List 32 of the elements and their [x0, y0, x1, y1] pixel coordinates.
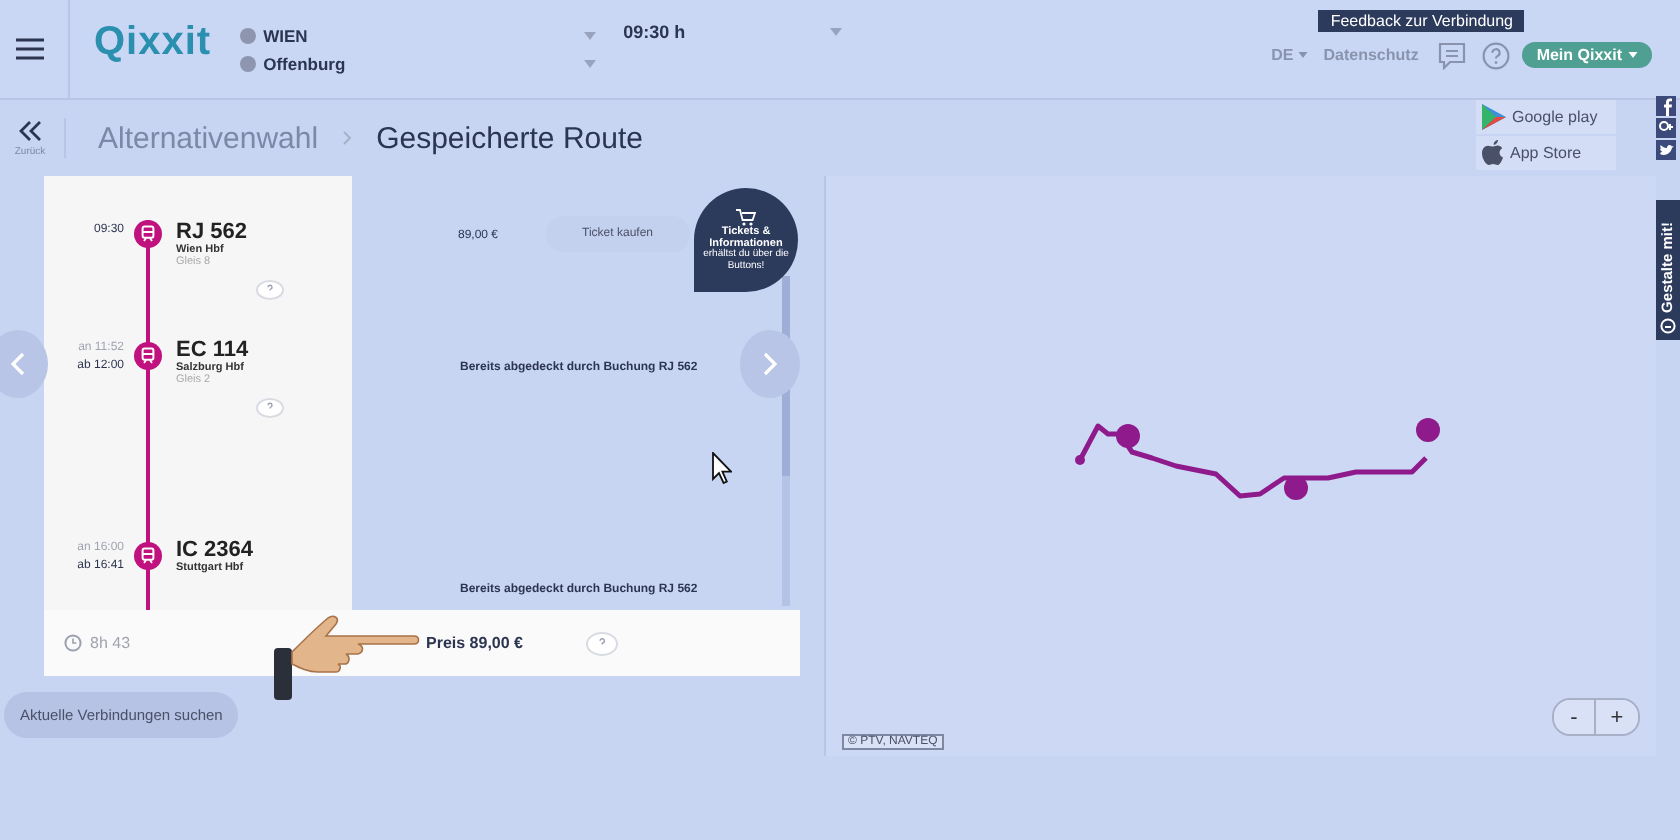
departure-time[interactable]: 09:30 h	[623, 21, 686, 41]
total-price: Preis 89,00 €	[426, 634, 523, 652]
train-number: RJ 562	[176, 220, 249, 244]
caret-icon[interactable]	[583, 31, 596, 39]
train-number: IC 2364	[176, 538, 254, 562]
share-icon[interactable]	[1656, 96, 1676, 116]
station-dot-icon	[239, 27, 256, 43]
back-icon[interactable]	[18, 119, 42, 141]
store-badge[interactable]: App Store	[1476, 135, 1616, 169]
share-icon[interactable]	[1656, 118, 1676, 138]
breadcrumb-item[interactable]: Gespeicherte Route	[376, 121, 643, 155]
store-badge[interactable]: Google play	[1476, 99, 1616, 133]
zoom-in-button[interactable]: +	[1596, 700, 1638, 734]
caret-icon[interactable]	[829, 27, 842, 35]
account-button[interactable]: Mein Qixxit	[1522, 42, 1652, 68]
destination-station[interactable]: Offenburg	[263, 53, 346, 73]
zoom-out-button[interactable]: -	[1554, 700, 1596, 734]
help-icon[interactable]	[1482, 41, 1511, 69]
clock-icon	[64, 634, 82, 652]
origin-station[interactable]: WIEN	[263, 25, 308, 45]
chevron-icon	[342, 130, 353, 146]
chat-icon[interactable]	[1438, 41, 1467, 69]
tooltip: Feedback zur Verbindung	[1318, 9, 1525, 31]
caret-icon[interactable]	[1297, 52, 1308, 58]
share-icon[interactable]	[1656, 140, 1676, 160]
trip-duration: 8h 43	[90, 634, 133, 652]
mouse-cursor-icon	[712, 452, 732, 484]
cart-icon	[736, 207, 756, 226]
train-number: EC 114	[176, 338, 251, 362]
station-dot-icon	[239, 55, 256, 71]
caret-icon[interactable]	[583, 59, 596, 67]
caret-icon[interactable]	[1628, 52, 1638, 58]
